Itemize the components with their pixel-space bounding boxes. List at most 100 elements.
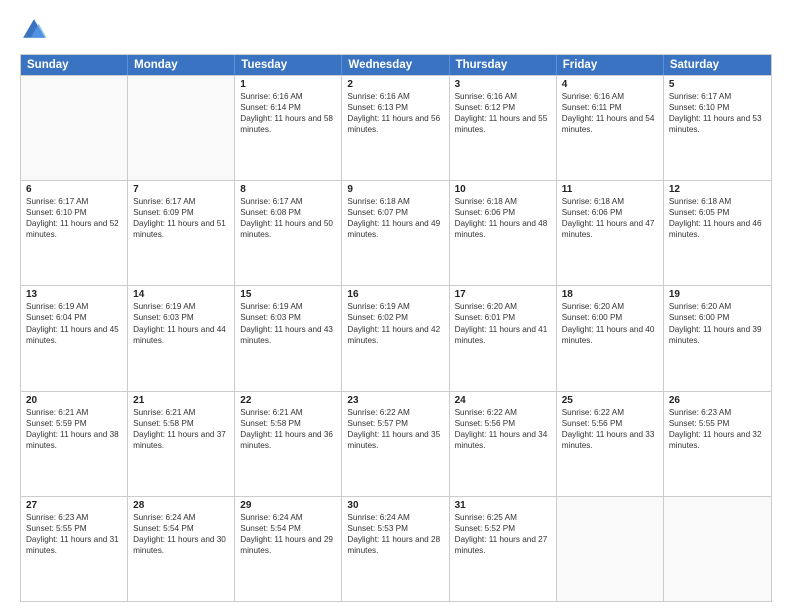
cell-info: Sunrise: 6:23 AM	[669, 407, 766, 418]
cell-info: Sunrise: 6:21 AM	[240, 407, 336, 418]
cell-info: Sunset: 6:10 PM	[26, 207, 122, 218]
day-number: 12	[669, 184, 766, 195]
cell-info: Sunrise: 6:24 AM	[240, 512, 336, 523]
day-number: 31	[455, 500, 551, 511]
cell-info: Sunset: 5:56 PM	[455, 418, 551, 429]
cell-info: Sunrise: 6:20 AM	[669, 301, 766, 312]
cell-info: Daylight: 11 hours and 56 minutes.	[347, 113, 443, 135]
cell-info: Daylight: 11 hours and 41 minutes.	[455, 324, 551, 346]
calendar-row: 27Sunrise: 6:23 AMSunset: 5:55 PMDayligh…	[21, 496, 771, 601]
cell-info: Sunrise: 6:21 AM	[133, 407, 229, 418]
calendar-row: 1Sunrise: 6:16 AMSunset: 6:14 PMDaylight…	[21, 75, 771, 180]
cell-info: Sunset: 5:56 PM	[562, 418, 658, 429]
calendar-cell: 13Sunrise: 6:19 AMSunset: 6:04 PMDayligh…	[21, 286, 128, 390]
cell-info: Daylight: 11 hours and 54 minutes.	[562, 113, 658, 135]
day-number: 7	[133, 184, 229, 195]
day-number: 1	[240, 79, 336, 90]
cell-info: Sunset: 6:04 PM	[26, 312, 122, 323]
day-number: 24	[455, 395, 551, 406]
cell-info: Sunset: 5:57 PM	[347, 418, 443, 429]
cell-info: Sunrise: 6:19 AM	[240, 301, 336, 312]
cell-info: Daylight: 11 hours and 29 minutes.	[240, 534, 336, 556]
cell-info: Daylight: 11 hours and 35 minutes.	[347, 429, 443, 451]
calendar-cell: 9Sunrise: 6:18 AMSunset: 6:07 PMDaylight…	[342, 181, 449, 285]
calendar-row: 6Sunrise: 6:17 AMSunset: 6:10 PMDaylight…	[21, 180, 771, 285]
day-number: 6	[26, 184, 122, 195]
day-number: 17	[455, 289, 551, 300]
cell-info: Sunset: 6:08 PM	[240, 207, 336, 218]
calendar-cell: 16Sunrise: 6:19 AMSunset: 6:02 PMDayligh…	[342, 286, 449, 390]
calendar-cell: 20Sunrise: 6:21 AMSunset: 5:59 PMDayligh…	[21, 392, 128, 496]
cell-info: Sunset: 6:09 PM	[133, 207, 229, 218]
calendar-header: SundayMondayTuesdayWednesdayThursdayFrid…	[21, 55, 771, 75]
cell-info: Sunset: 6:03 PM	[240, 312, 336, 323]
cell-info: Sunset: 5:53 PM	[347, 523, 443, 534]
day-number: 21	[133, 395, 229, 406]
day-number: 15	[240, 289, 336, 300]
calendar-cell: 28Sunrise: 6:24 AMSunset: 5:54 PMDayligh…	[128, 497, 235, 601]
cell-info: Sunset: 5:58 PM	[240, 418, 336, 429]
logo	[20, 16, 52, 44]
cell-info: Sunset: 6:00 PM	[669, 312, 766, 323]
weekday-header: Saturday	[664, 55, 771, 75]
cell-info: Daylight: 11 hours and 32 minutes.	[669, 429, 766, 451]
cell-info: Sunrise: 6:18 AM	[669, 196, 766, 207]
cell-info: Daylight: 11 hours and 40 minutes.	[562, 324, 658, 346]
calendar-cell: 19Sunrise: 6:20 AMSunset: 6:00 PMDayligh…	[664, 286, 771, 390]
cell-info: Sunrise: 6:18 AM	[347, 196, 443, 207]
weekday-header: Monday	[128, 55, 235, 75]
cell-info: Daylight: 11 hours and 47 minutes.	[562, 218, 658, 240]
day-number: 22	[240, 395, 336, 406]
day-number: 18	[562, 289, 658, 300]
cell-info: Daylight: 11 hours and 58 minutes.	[240, 113, 336, 135]
weekday-header: Tuesday	[235, 55, 342, 75]
calendar-cell: 2Sunrise: 6:16 AMSunset: 6:13 PMDaylight…	[342, 76, 449, 180]
weekday-header: Sunday	[21, 55, 128, 75]
cell-info: Sunset: 5:59 PM	[26, 418, 122, 429]
cell-info: Daylight: 11 hours and 52 minutes.	[26, 218, 122, 240]
cell-info: Sunset: 6:06 PM	[562, 207, 658, 218]
cell-info: Sunset: 6:06 PM	[455, 207, 551, 218]
calendar-cell: 5Sunrise: 6:17 AMSunset: 6:10 PMDaylight…	[664, 76, 771, 180]
day-number: 8	[240, 184, 336, 195]
cell-info: Daylight: 11 hours and 28 minutes.	[347, 534, 443, 556]
cell-info: Sunrise: 6:16 AM	[562, 91, 658, 102]
cell-info: Sunset: 6:12 PM	[455, 102, 551, 113]
cell-info: Sunrise: 6:22 AM	[347, 407, 443, 418]
calendar-cell: 24Sunrise: 6:22 AMSunset: 5:56 PMDayligh…	[450, 392, 557, 496]
cell-info: Sunset: 5:58 PM	[133, 418, 229, 429]
cell-info: Sunrise: 6:19 AM	[347, 301, 443, 312]
weekday-header: Wednesday	[342, 55, 449, 75]
day-number: 2	[347, 79, 443, 90]
cell-info: Daylight: 11 hours and 50 minutes.	[240, 218, 336, 240]
cell-info: Daylight: 11 hours and 36 minutes.	[240, 429, 336, 451]
calendar-cell: 27Sunrise: 6:23 AMSunset: 5:55 PMDayligh…	[21, 497, 128, 601]
calendar-cell: 6Sunrise: 6:17 AMSunset: 6:10 PMDaylight…	[21, 181, 128, 285]
cell-info: Sunset: 6:01 PM	[455, 312, 551, 323]
cell-info: Sunset: 5:54 PM	[240, 523, 336, 534]
cell-info: Sunrise: 6:21 AM	[26, 407, 122, 418]
cell-info: Daylight: 11 hours and 42 minutes.	[347, 324, 443, 346]
cell-info: Sunrise: 6:16 AM	[455, 91, 551, 102]
day-number: 26	[669, 395, 766, 406]
cell-info: Sunrise: 6:25 AM	[455, 512, 551, 523]
cell-info: Sunrise: 6:16 AM	[347, 91, 443, 102]
day-number: 28	[133, 500, 229, 511]
cell-info: Sunset: 5:55 PM	[26, 523, 122, 534]
calendar-cell	[664, 497, 771, 601]
weekday-header: Friday	[557, 55, 664, 75]
calendar-cell: 8Sunrise: 6:17 AMSunset: 6:08 PMDaylight…	[235, 181, 342, 285]
calendar-body: 1Sunrise: 6:16 AMSunset: 6:14 PMDaylight…	[21, 75, 771, 601]
cell-info: Daylight: 11 hours and 51 minutes.	[133, 218, 229, 240]
calendar-cell: 1Sunrise: 6:16 AMSunset: 6:14 PMDaylight…	[235, 76, 342, 180]
calendar-cell: 25Sunrise: 6:22 AMSunset: 5:56 PMDayligh…	[557, 392, 664, 496]
cell-info: Daylight: 11 hours and 45 minutes.	[26, 324, 122, 346]
cell-info: Daylight: 11 hours and 30 minutes.	[133, 534, 229, 556]
calendar-cell: 26Sunrise: 6:23 AMSunset: 5:55 PMDayligh…	[664, 392, 771, 496]
day-number: 16	[347, 289, 443, 300]
cell-info: Daylight: 11 hours and 38 minutes.	[26, 429, 122, 451]
calendar-cell: 29Sunrise: 6:24 AMSunset: 5:54 PMDayligh…	[235, 497, 342, 601]
cell-info: Daylight: 11 hours and 44 minutes.	[133, 324, 229, 346]
day-number: 14	[133, 289, 229, 300]
cell-info: Sunset: 6:05 PM	[669, 207, 766, 218]
